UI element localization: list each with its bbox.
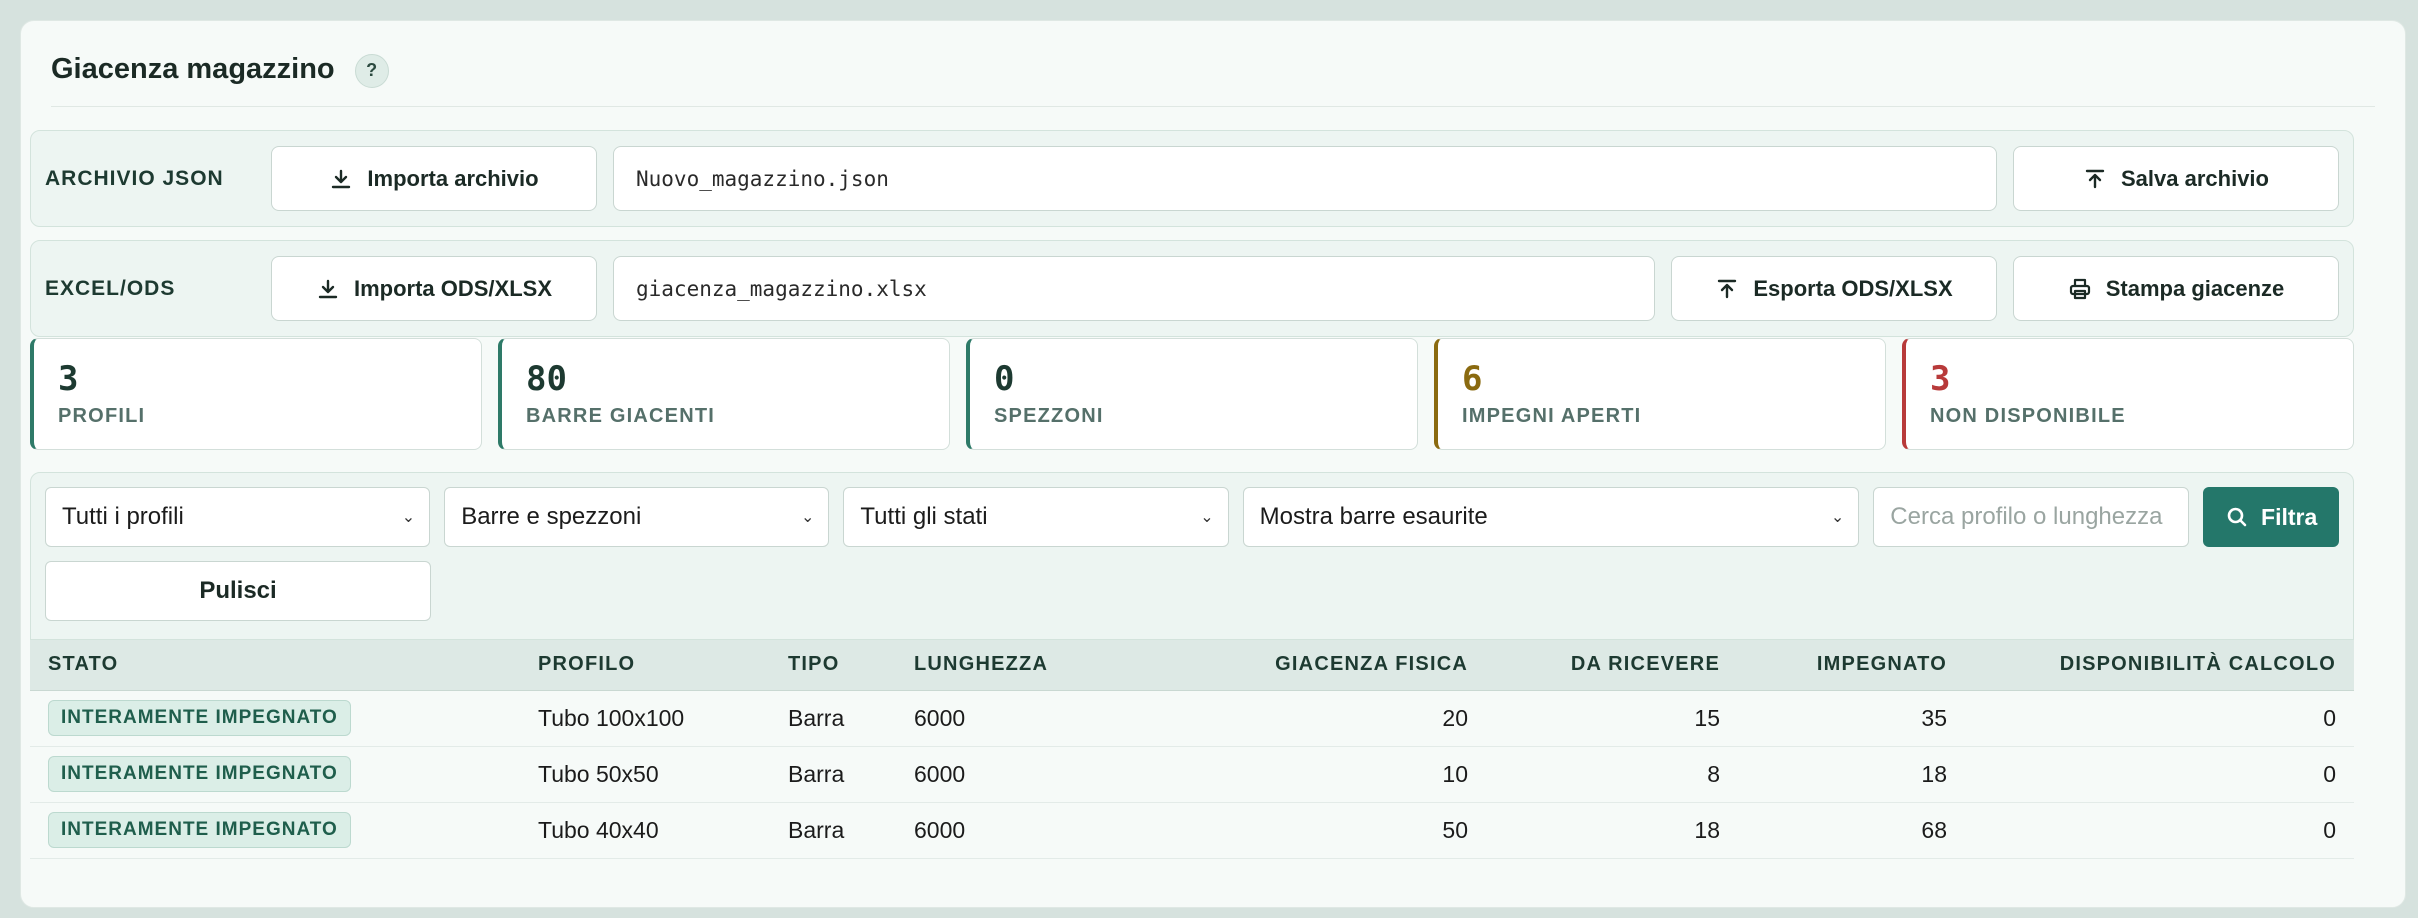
save-archive-button[interactable]: Salva archivio	[2013, 146, 2339, 211]
cell-impegnato: 35	[1921, 704, 1947, 731]
type-select-value: Barre e spezzoni	[461, 503, 642, 530]
download-icon	[332, 169, 351, 188]
cell-disponibilita: 0	[2323, 816, 2336, 843]
chevron-down-icon: ⌄	[401, 509, 416, 526]
print-stock-button[interactable]: Stampa giacenze	[2013, 256, 2339, 321]
cell-ricevere: 15	[1694, 704, 1720, 731]
table-header-row: STATO PROFILO TIPO LUNGHEZZA GIACENZA FI…	[30, 640, 2354, 691]
cell-lunghezza: 6000	[914, 704, 966, 731]
filter-button[interactable]: Filtra	[2203, 487, 2339, 547]
cell-giacenza: 20	[1442, 704, 1468, 731]
chevron-down-icon: ⌄	[1200, 509, 1214, 526]
stat-card-bars: 80 BARRE GIACENTI	[498, 338, 950, 450]
help-button[interactable]: ?	[354, 53, 389, 88]
type-select[interactable]: Barre e spezzoni ⌄	[444, 487, 830, 547]
stat-label: NON DISPONIBILE	[1930, 405, 2126, 427]
chevron-down-icon: ⌄	[801, 509, 815, 526]
excel-filename-field[interactable]: giacenza_magazzino.xlsx	[613, 256, 1655, 321]
export-ods-xlsx-label: Esporta ODS/XLSX	[1753, 275, 1953, 301]
table-row[interactable]: INTERAMENTE IMPEGNATO Tubo 40x40 Barra 6…	[30, 802, 2354, 858]
cell-giacenza: 10	[1442, 760, 1468, 787]
import-archive-label: Importa archivio	[367, 165, 539, 191]
stats-row: 3 PROFILI 80 BARRE GIACENTI 0 SPEZZONI 6…	[30, 338, 2354, 450]
upload-icon	[1718, 279, 1737, 298]
import-archive-button[interactable]: Importa archivio	[271, 146, 597, 211]
search-icon	[2227, 507, 2247, 527]
import-ods-xlsx-label: Importa ODS/XLSX	[353, 275, 553, 301]
column-header-profilo[interactable]: PROFILO	[520, 640, 770, 691]
cell-ricevere: 8	[1707, 760, 1720, 787]
cell-tipo: Barra	[788, 760, 845, 787]
filter-button-label: Filtra	[2261, 503, 2318, 530]
exhausted-select-value: Mostra barre esaurite	[1259, 503, 1488, 530]
cell-profilo: Tubo 100x100	[538, 704, 685, 731]
column-header-disponibilita[interactable]: DISPONIBILITÀ CALCOLO	[1965, 640, 2354, 691]
stat-card-unavailable: 3 NON DISPONIBILE	[1902, 338, 2354, 450]
clear-button[interactable]: Pulisci	[45, 561, 431, 621]
stat-label: IMPEGNI APERTI	[1462, 405, 1642, 427]
stat-value: 80	[526, 359, 567, 399]
cell-disponibilita: 0	[2323, 760, 2336, 787]
column-header-ricevere[interactable]: DA RICEVERE	[1486, 640, 1738, 691]
cell-profilo: Tubo 40x40	[538, 816, 659, 843]
page-title: Giacenza magazzino	[51, 53, 335, 85]
profile-select[interactable]: Tutti i profili ⌄	[45, 487, 431, 547]
table-row[interactable]: INTERAMENTE IMPEGNATO Tubo 100x100 Barra…	[30, 690, 2354, 746]
upload-icon	[2085, 169, 2105, 188]
stat-value: 3	[58, 359, 79, 399]
column-header-giacenza[interactable]: GIACENZA FISICA	[1126, 640, 1486, 691]
filter-panel: Tutti i profili ⌄ Barre e spezzoni ⌄ Tut…	[30, 472, 2354, 640]
cell-impegnato: 18	[1921, 760, 1947, 787]
column-header-tipo[interactable]: TIPO	[770, 640, 896, 691]
stock-table: STATO PROFILO TIPO LUNGHEZZA GIACENZA FI…	[30, 640, 2354, 859]
stat-value: 6	[1462, 359, 1483, 399]
stat-value: 0	[994, 359, 1015, 399]
export-ods-xlsx-button[interactable]: Esporta ODS/XLSX	[1671, 256, 1997, 321]
json-archive-label: ARCHIVIO JSON	[45, 166, 224, 190]
stat-label: SPEZZONI	[994, 405, 1104, 427]
stat-card-profiles: 3 PROFILI	[30, 338, 482, 450]
print-stock-label: Stampa giacenze	[2105, 275, 2285, 301]
cell-tipo: Barra	[788, 816, 845, 843]
download-icon	[318, 279, 338, 298]
status-badge: INTERAMENTE IMPEGNATO	[48, 812, 351, 848]
json-filename-field[interactable]: Nuovo_magazzino.json	[613, 146, 1997, 211]
cell-giacenza: 50	[1442, 816, 1468, 843]
state-select[interactable]: Tutti gli stati ⌄	[843, 487, 1229, 547]
search-input[interactable]	[1873, 487, 2190, 547]
profile-select-value: Tutti i profili	[62, 503, 184, 530]
stat-value: 3	[1930, 359, 1951, 399]
cell-impegnato: 68	[1921, 816, 1947, 843]
cell-tipo: Barra	[788, 704, 845, 731]
cell-disponibilita: 0	[2323, 704, 2336, 731]
json-archive-bar: ARCHIVIO JSON Importa archivio Nuovo_mag…	[30, 130, 2354, 227]
column-header-impegnato[interactable]: IMPEGNATO	[1738, 640, 1965, 691]
excel-ods-bar: EXCEL/ODS Importa ODS/XLSX giacenza_maga…	[30, 240, 2354, 337]
excel-ods-label: EXCEL/ODS	[45, 276, 176, 300]
import-ods-xlsx-button[interactable]: Importa ODS/XLSX	[271, 256, 597, 321]
printer-icon	[2069, 278, 2090, 299]
status-badge: INTERAMENTE IMPEGNATO	[48, 700, 351, 736]
stat-card-open-commitments: 6 IMPEGNI APERTI	[1434, 338, 1886, 450]
cell-ricevere: 18	[1694, 816, 1720, 843]
column-header-stato[interactable]: STATO	[30, 640, 520, 691]
cell-profilo: Tubo 50x50	[538, 760, 659, 787]
cell-lunghezza: 6000	[914, 760, 966, 787]
cell-lunghezza: 6000	[914, 816, 966, 843]
column-header-lunghezza[interactable]: LUNGHEZZA	[896, 640, 1126, 691]
exhausted-bars-select[interactable]: Mostra barre esaurite ⌄	[1242, 487, 1860, 547]
stat-card-offcuts: 0 SPEZZONI	[966, 338, 1418, 450]
header: Giacenza magazzino ?	[51, 21, 2375, 107]
save-archive-label: Salva archivio	[2121, 165, 2269, 191]
stat-label: BARRE GIACENTI	[526, 405, 716, 427]
chevron-down-icon: ⌄	[1830, 509, 1845, 526]
stat-label: PROFILI	[58, 405, 146, 427]
state-select-value: Tutti gli stati	[860, 503, 988, 530]
table-row[interactable]: INTERAMENTE IMPEGNATO Tubo 50x50 Barra 6…	[30, 746, 2354, 802]
status-badge: INTERAMENTE IMPEGNATO	[48, 756, 351, 792]
